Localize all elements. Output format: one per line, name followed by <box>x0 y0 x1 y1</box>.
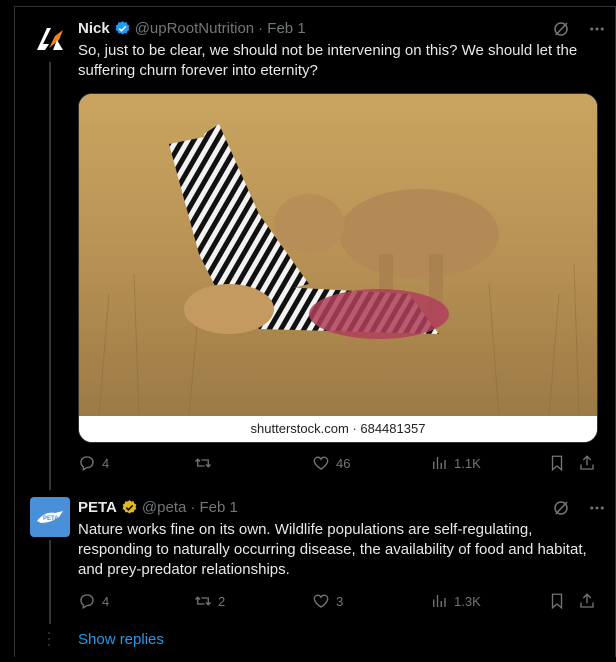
tweet-media-image[interactable]: shutterstock.com · 684481357 <box>78 93 598 443</box>
avatar[interactable]: PETA <box>30 497 70 537</box>
reply-icon <box>80 594 94 609</box>
svg-text:PETA: PETA <box>43 516 59 522</box>
view-count: 1.1K <box>454 455 481 471</box>
bookmark-icon <box>551 593 563 610</box>
tweet-top-icons <box>552 499 606 517</box>
display-name[interactable]: Nick <box>78 20 110 37</box>
like-button[interactable]: 3 <box>312 592 343 610</box>
verified-org-badge-icon <box>122 500 137 514</box>
retweet-icon <box>195 596 211 606</box>
tweet-text: Nature works fine on its own. Wildlife p… <box>78 521 587 578</box>
tweet-header: Nick @upRootNutrition · Feb 1 <box>78 20 306 37</box>
grok-icon[interactable] <box>552 499 570 517</box>
reply-count: 4 <box>102 593 110 609</box>
tweet-text: So, just to be clear, we should not be i… <box>78 42 578 79</box>
views-button[interactable]: 1.1K <box>430 454 481 472</box>
like-icon <box>313 594 329 608</box>
retweet-icon <box>195 458 211 468</box>
thread-line <box>49 62 51 490</box>
uproot-logo-icon <box>37 28 63 50</box>
retweet-button[interactable]: 2 <box>194 592 225 610</box>
bookmark-button[interactable] <box>548 592 566 610</box>
tweet-header: PETA @peta · Feb 1 <box>78 499 238 516</box>
timestamp[interactable]: · Feb 1 <box>258 20 306 37</box>
share-icon <box>580 455 594 470</box>
like-count: 3 <box>336 593 344 609</box>
bookmark-button[interactable] <box>548 454 566 472</box>
media-caption: shutterstock.com · 684481357 <box>79 416 597 442</box>
retweet-button[interactable] <box>194 454 218 472</box>
share-icon <box>580 593 594 608</box>
view-count: 1.3K <box>454 593 481 609</box>
like-count: 46 <box>336 455 351 471</box>
handle[interactable]: @upRootNutrition <box>135 20 254 37</box>
peta-logo-icon: PETA <box>37 511 63 523</box>
share-button[interactable] <box>578 592 596 610</box>
tweet-actions: 4 46 1.1K <box>78 454 594 474</box>
reply-button[interactable]: 4 <box>78 592 109 610</box>
reply-count: 4 <box>102 455 110 471</box>
bookmark-icon <box>551 455 563 472</box>
timestamp[interactable]: · Feb 1 <box>190 499 238 516</box>
more-icon[interactable] <box>588 499 606 517</box>
thread-dots <box>48 632 50 646</box>
display-name[interactable]: PETA <box>78 499 117 516</box>
show-replies-link[interactable]: Show replies <box>78 631 164 648</box>
tweet-actions: 4 2 3 1.3K <box>78 592 594 612</box>
verified-badge-icon <box>115 21 129 35</box>
avatar[interactable] <box>30 18 70 58</box>
views-icon <box>433 595 446 607</box>
tweet-top-icons <box>552 20 606 38</box>
retweet-count: 2 <box>218 593 226 609</box>
grok-icon[interactable] <box>552 20 570 38</box>
reply-button[interactable]: 4 <box>78 454 109 472</box>
lion-zebra-photo <box>79 94 597 417</box>
handle[interactable]: @peta <box>142 499 186 516</box>
views-icon <box>433 457 446 469</box>
like-icon <box>313 456 329 470</box>
views-button[interactable]: 1.3K <box>430 592 481 610</box>
reply-icon <box>80 456 94 471</box>
thread-line <box>49 540 51 624</box>
more-icon[interactable] <box>588 20 606 38</box>
like-button[interactable]: 46 <box>312 454 350 472</box>
share-button[interactable] <box>578 454 596 472</box>
